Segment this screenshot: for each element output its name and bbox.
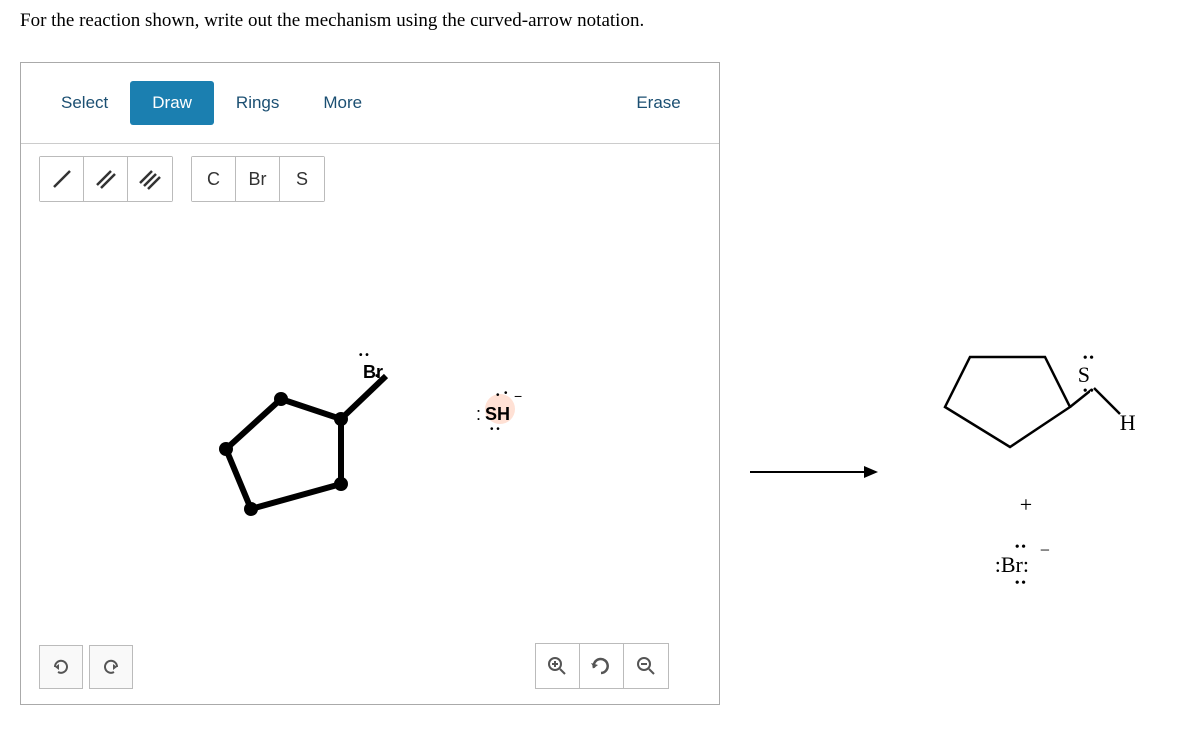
single-bond-icon — [48, 165, 76, 193]
zoom-reset-button[interactable] — [580, 644, 624, 688]
bromine-atom-label: • • Br • • — [363, 362, 383, 383]
hydrogen-product-label: H — [1120, 410, 1136, 436]
bromide-charge: − — [1040, 540, 1050, 561]
main-content: Select Draw Rings More Erase — [20, 62, 1180, 705]
reaction-arrow-icon — [750, 462, 880, 482]
draw-tab[interactable]: Draw — [130, 81, 214, 125]
tool-tabs: Select Draw Rings More — [39, 81, 384, 125]
sulfur-button[interactable]: S — [280, 157, 324, 201]
triple-bond-icon — [136, 165, 164, 193]
editor-panel: Select Draw Rings More Erase — [20, 62, 720, 705]
cyclopentyl-bromide-structure — [211, 364, 411, 569]
zoom-out-button[interactable] — [624, 644, 668, 688]
product-area: • • S • • H + • • :Br: • • − — [910, 62, 1180, 342]
plus-sign: + — [1020, 492, 1032, 518]
drawing-canvas[interactable]: • • Br • • • − • :SH • • — [21, 214, 719, 704]
single-bond-button[interactable] — [40, 157, 84, 201]
zoom-out-icon — [635, 655, 657, 677]
erase-button[interactable]: Erase — [616, 81, 700, 125]
hydrosulfide-label: • − • :SH • • — [476, 404, 510, 425]
undo-button[interactable] — [39, 645, 83, 689]
question-text: For the reaction shown, write out the me… — [20, 10, 1180, 32]
undo-redo-controls — [39, 645, 133, 689]
zoom-reset-icon — [590, 655, 612, 677]
atom-buttons: C Br S — [191, 156, 325, 202]
bond-tools — [39, 156, 173, 202]
undo-icon — [51, 657, 71, 677]
triple-bond-button[interactable] — [128, 157, 172, 201]
main-toolbar: Select Draw Rings More Erase — [21, 63, 719, 144]
reaction-arrow-area — [750, 62, 880, 487]
double-bond-button[interactable] — [84, 157, 128, 201]
redo-button[interactable] — [89, 645, 133, 689]
rings-tab[interactable]: Rings — [214, 81, 301, 125]
redo-icon — [101, 657, 121, 677]
cyclopentyl-thiol-structure — [910, 342, 1090, 467]
zoom-in-icon — [546, 655, 568, 677]
bromide-product-label: :Br: — [995, 552, 1029, 578]
zoom-in-button[interactable] — [536, 644, 580, 688]
carbon-button[interactable]: C — [192, 157, 236, 201]
bromine-button[interactable]: Br — [236, 157, 280, 201]
more-tab[interactable]: More — [301, 81, 384, 125]
lone-pair-dots: • • — [1015, 576, 1025, 592]
double-bond-icon — [92, 165, 120, 193]
select-tab[interactable]: Select — [39, 81, 130, 125]
sub-toolbar: C Br S — [21, 144, 719, 214]
zoom-controls — [535, 643, 669, 689]
